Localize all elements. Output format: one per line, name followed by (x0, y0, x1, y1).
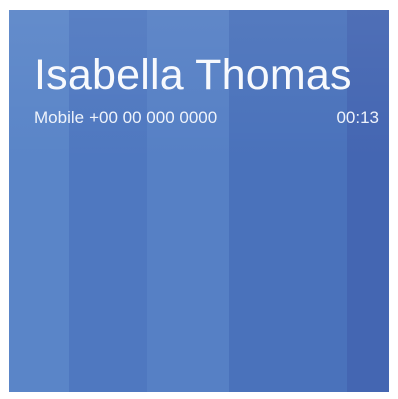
call-screen-background: Isabella Thomas Mobile +00 00 000 0000 0… (9, 10, 389, 392)
call-timer: 00:13 (336, 108, 379, 127)
call-info-row: Mobile +00 00 000 0000 00:13 (34, 108, 379, 128)
caller-name: Isabella Thomas (34, 51, 352, 99)
caller-phone: Mobile +00 00 000 0000 (34, 108, 217, 128)
phone-number: +00 00 000 0000 (89, 108, 218, 127)
number-type-label: Mobile (34, 108, 85, 127)
